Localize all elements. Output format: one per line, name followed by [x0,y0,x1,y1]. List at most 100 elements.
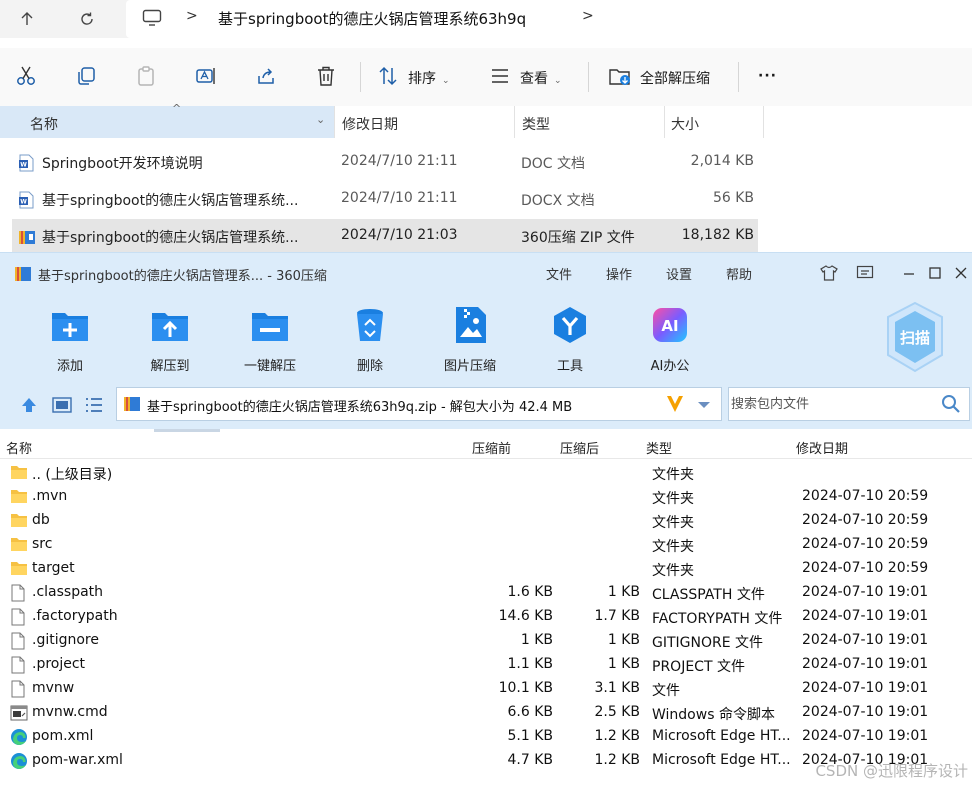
breadcrumb-separator-end[interactable]: > [582,8,594,24]
more-options-button[interactable]: ··· [758,68,777,84]
search-icon[interactable] [941,394,961,418]
breadcrumb-separator[interactable]: > [186,8,198,24]
list-view-icon[interactable] [84,396,104,418]
zip-list-item[interactable]: src 文件夹 2024-07-10 20:59 [0,533,972,557]
zip-list-item[interactable]: mvnw 10.1 KB 3.1 KB 文件 2024-07-10 19:01 [0,677,972,701]
explorer-column-header: 名称 ^ ⌄ 修改日期 类型 大小 [0,102,972,138]
refresh-icon[interactable] [72,4,102,34]
zip-item-name: mvnw [32,680,75,696]
zip-item-size-before: 1 KB [520,632,553,648]
zip-list-item[interactable]: target 文件夹 2024-07-10 20:59 [0,557,972,581]
extract-to-button[interactable]: 解压到 [130,301,210,375]
thumbnail-view-icon[interactable] [52,396,72,418]
zip-column-name[interactable]: 名称 [6,438,32,457]
cut-icon[interactable] [14,64,38,88]
zip-list-header: 名称 压缩前 压缩后 类型 修改日期 [0,433,972,459]
zip-list-item[interactable]: mvnw.cmd 6.6 KB 2.5 KB Windows 命令脚本 2024-07-… [0,701,972,725]
folder-icon [10,536,28,556]
zip-item-type: PROJECT 文件 [652,659,745,675]
one-click-extract-button[interactable]: 一键解压 [230,301,310,375]
delete-button[interactable]: 删除 [330,301,410,375]
scan-button[interactable]: 扫描 [884,301,946,373]
zip-item-size-after: 1 KB [607,584,640,600]
column-header-type[interactable]: 类型 [522,114,550,134]
extract-all-button[interactable]: 全部解压缩 [640,68,710,88]
up-level-icon[interactable] [20,396,38,418]
zip-list-item[interactable]: db 文件夹 2024-07-10 20:59 [0,509,972,533]
zip-item-size-after: 1 KB [607,632,640,648]
zip-list-item[interactable]: .. (上级目录) 文件夹 [0,461,972,485]
tool-label: AI办公 [650,359,690,374]
extract-all-icon[interactable] [608,64,632,88]
minimize-icon[interactable] [898,262,920,284]
skin-shirt-icon[interactable] [818,262,840,284]
up-arrow-icon[interactable] [12,4,42,34]
menu-settings[interactable]: 设置 [666,264,692,283]
extract-to-folder-icon [150,305,190,345]
toolbar-divider [588,62,589,92]
file-row[interactable]: W 基于springboot的德庄火锅店管理系统... 2024/7/10 21… [12,182,758,216]
column-separator[interactable] [334,106,335,138]
menu-file[interactable]: 文件 [546,264,572,283]
zip-list-item[interactable]: .factorypath 14.6 KB 1.7 KB FACTORYPATH 文件 2… [0,605,972,629]
view-icon[interactable] [488,64,512,88]
zip-column-before[interactable]: 压缩前 [472,438,511,457]
zip-list-item[interactable]: .gitignore 1 KB 1 KB GITIGNORE 文件 2024-07-10… [0,629,972,653]
search-input[interactable] [731,392,931,416]
copy-icon[interactable] [74,64,98,88]
maximize-icon[interactable] [924,262,946,284]
zip-column-modified[interactable]: 修改日期 [796,438,848,457]
file-row[interactable]: W Springboot开发环境说明 2024/7/10 21:11 DOC 文… [12,145,758,179]
paste-icon[interactable] [134,64,158,88]
column-separator[interactable] [664,106,665,138]
dropdown-arrow-icon[interactable] [697,398,711,414]
view-button[interactable]: 查看 ⌄ [520,68,562,88]
column-separator[interactable] [514,106,515,138]
file-modified: 2024/7/10 21:03 [341,227,458,243]
rename-icon[interactable] [194,64,218,88]
delete-icon[interactable] [314,64,338,88]
checkmark-v-icon[interactable] [665,393,685,419]
zip-list-item[interactable]: pom.xml 5.1 KB 1.2 KB Microsoft Edge HT... 2… [0,725,972,749]
explorer-command-bar: 排序 ⌄ 查看 ⌄ 全部解压缩 ··· [0,48,972,106]
menu-help[interactable]: 帮助 [726,264,752,283]
zip-list-item[interactable]: .classpath 1.6 KB 1 KB CLASSPATH 文件 2024-07-… [0,581,972,605]
column-header-name[interactable]: 名称 ^ ⌄ [0,102,334,138]
edge-icon [10,752,28,774]
zip-archive-icon [18,228,36,250]
sort-icon[interactable] [376,64,400,88]
address-box[interactable]: > 基于springboot的德庄火锅店管理系统63h9q > [126,0,972,38]
sort-button[interactable]: 排序 ⌄ [408,68,450,88]
column-separator[interactable] [763,106,764,138]
sort-up-caret-icon: ^ [172,102,182,115]
close-icon[interactable] [950,262,972,284]
file-row-selected[interactable]: 基于springboot的德庄火锅店管理系统... 2024/7/10 21:0… [12,219,758,253]
share-icon[interactable] [254,64,278,88]
add-button[interactable]: 添加 [30,301,110,375]
tool-label: 图片压缩 [443,359,496,374]
feedback-icon[interactable] [854,262,876,284]
image-compress-icon [450,305,490,345]
file-size: 18,182 KB [681,227,754,243]
search-box[interactable] [728,387,970,421]
menu-operation[interactable]: 操作 [606,264,632,283]
zip-item-name: .project [32,656,86,672]
file-icon [10,656,26,678]
zip-column-type[interactable]: 类型 [646,438,672,457]
breadcrumb-current-folder[interactable]: 基于springboot的德庄火锅店管理系统63h9q [218,8,526,29]
image-compress-button[interactable]: 图片压缩 [430,301,510,375]
ai-office-button[interactable]: AI AI办公 [630,301,710,375]
file-modified: 2024/7/10 21:11 [341,153,458,169]
zip-list-item[interactable]: .mvn 文件夹 2024-07-10 20:59 [0,485,972,509]
zip-list-item[interactable]: .project 1.1 KB 1 KB PROJECT 文件 2024-07-10 1… [0,653,972,677]
file-modified: 2024/7/10 21:11 [341,190,458,206]
tools-button[interactable]: 工具 [530,301,610,375]
column-header-modified[interactable]: 修改日期 [342,114,398,134]
zip-item-name: .classpath [32,584,104,600]
zip-column-after[interactable]: 压缩后 [560,438,599,457]
column-header-size[interactable]: 大小 [671,114,699,134]
archive-path-box[interactable]: 基于springboot的德庄火锅店管理系统63h9q.zip - 解包大小为 … [116,387,722,421]
chevron-down-icon[interactable]: ⌄ [316,113,325,126]
zip-title-bar[interactable]: 基于springboot的德庄火锅店管理系... - 360压缩 文件 操作 设… [0,253,972,293]
one-click-extract-icon [250,305,290,345]
